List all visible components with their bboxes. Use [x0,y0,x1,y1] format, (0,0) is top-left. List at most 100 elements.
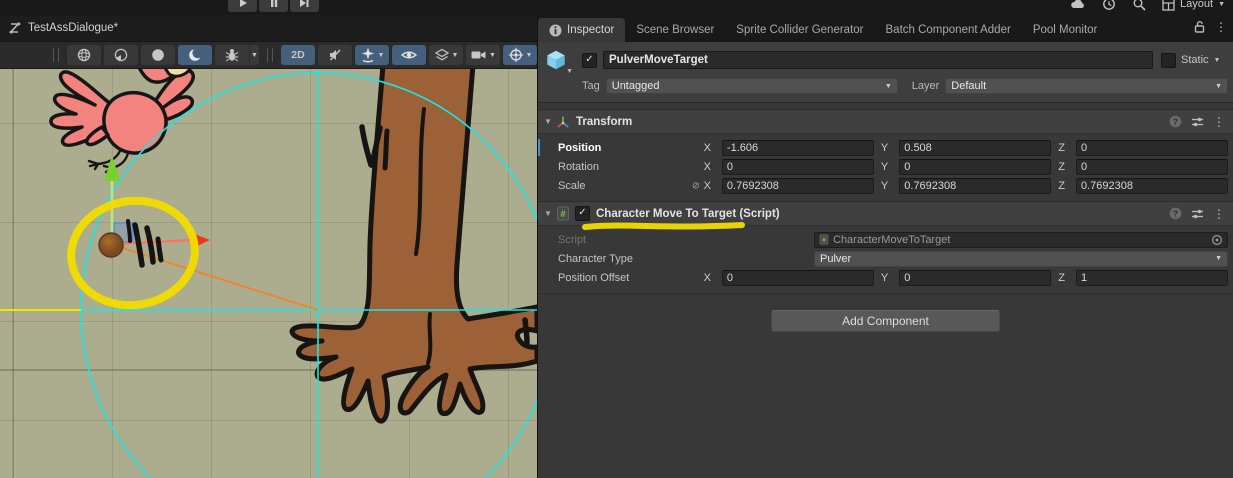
bird-sprite[interactable] [51,69,193,172]
y-axis-arrowhead[interactable] [104,155,120,181]
step-button[interactable] [290,0,319,12]
inspector-menu-icon[interactable]: ⋮ [1215,21,1227,33]
pause-button[interactable] [259,0,288,12]
audio-mute-toggle[interactable] [318,45,352,65]
script-object-field[interactable]: # CharacterMoveToTarget [814,232,1228,248]
toolbar-drag-handle[interactable] [53,48,59,62]
static-dropdown-arrow[interactable]: ▼ [1214,57,1221,64]
undo-history-icon[interactable] [1102,0,1116,11]
toolbar-drag-handle-2[interactable] [267,48,273,62]
y-axis-label[interactable]: Y [881,161,888,173]
script-field-row: Script # CharacterMoveToTarget [538,230,1233,249]
gizmos-dropdown-arrow[interactable]: ▼ [526,52,533,59]
scale-x-field[interactable] [722,178,874,194]
script-menu-icon[interactable]: ⋮ [1213,208,1225,220]
camera-settings-button[interactable]: ▼ [466,45,500,65]
help-icon[interactable]: ? [1169,207,1182,220]
z-axis-label[interactable]: Z [1058,142,1065,154]
x-axis-label[interactable]: X [704,272,711,284]
y-axis-label[interactable]: Y [881,180,888,192]
x-axis-label[interactable]: X [704,161,711,173]
transform-foldout[interactable]: ▼ [544,117,556,126]
script-enabled-checkbox[interactable]: ✓ [575,206,590,221]
presets-icon[interactable] [1191,208,1204,220]
transform-header[interactable]: ▼ Transform ? ⋮ [538,109,1233,134]
x-axis-label[interactable]: X [704,180,711,192]
debug-mode-button[interactable] [215,45,249,65]
rotation-x-field[interactable] [722,159,874,175]
draw-mode-wireframe-button[interactable] [67,45,101,65]
play-button[interactable] [228,0,257,12]
x-axis-label[interactable]: X [704,142,711,154]
layers-dropdown-arrow[interactable]: ▼ [452,52,459,59]
gameobject-icon-caret: ▼ [566,68,573,75]
tree-trunk [292,69,537,421]
help-icon[interactable]: ? [1169,115,1182,128]
2d-mode-toggle[interactable]: 2D [281,45,315,65]
scene-view[interactable] [0,69,537,478]
cloud-services-icon[interactable] [1070,0,1086,11]
transform-menu-icon[interactable]: ⋮ [1213,116,1225,128]
search-icon[interactable] [1132,0,1146,11]
gameobject-icon-wrap[interactable]: ▼ [544,48,574,72]
character-type-dropdown[interactable]: Pulver ▼ [814,251,1228,267]
debug-mode-dropdown-arrow[interactable]: ▼ [250,45,259,65]
tab-batch-component-adder[interactable]: Batch Component Adder [875,18,1022,42]
script-component-header[interactable]: ▼ # ✓ Character Move To Target (Script) … [538,201,1233,226]
scale-label[interactable]: Scale [538,180,708,192]
tab-pool-monitor[interactable]: Pool Monitor [1022,18,1109,42]
rotation-label[interactable]: Rotation [538,161,704,173]
layout-dropdown[interactable]: Layout ▼ [1162,0,1225,11]
rotation-y-field[interactable] [899,159,1051,175]
tree-sprite[interactable] [292,69,537,421]
tab-scene-browser[interactable]: Scene Browser [625,18,725,42]
active-checkbox[interactable]: ✓ [582,53,597,68]
rotation-z-field[interactable] [1076,159,1228,175]
camera-dropdown-arrow[interactable]: ▼ [489,52,496,59]
effects-dropdown-arrow[interactable]: ▼ [378,52,385,59]
effects-toggle[interactable]: ▼ [355,45,389,65]
scale-y-field[interactable] [899,178,1051,194]
object-picker-icon[interactable] [1211,234,1223,246]
position-z-field[interactable] [1076,140,1228,156]
tab-inspector[interactable]: Inspector [538,18,625,42]
scene-tab-title[interactable]: TestAssDialogue* [28,22,118,34]
offset-x-field[interactable] [722,270,874,286]
constrain-proportions-icon[interactable] [692,179,700,192]
position-x-field[interactable] [722,140,874,156]
gameobject-name-field[interactable] [603,51,1153,69]
script-foldout[interactable]: ▼ [544,209,556,218]
z-axis-label[interactable]: Z [1058,272,1065,284]
solid-sphere-icon [150,47,166,63]
layer-dropdown[interactable]: Default ▼ [945,78,1228,94]
svg-text:#: # [560,209,566,220]
y-axis-label[interactable]: Y [881,142,888,154]
static-label: Static [1181,54,1209,66]
scene-canvas[interactable] [0,69,537,478]
gameobject-header: ▼ ✓ ✓ Static ▼ Tag Untagged ▼ Layer Def [538,42,1233,103]
static-checkbox[interactable]: ✓ [1161,53,1176,68]
draw-mode-shaded-button[interactable] [141,45,175,65]
add-component-button[interactable]: Add Component [771,310,1000,332]
z-axis-label[interactable]: Z [1058,161,1065,173]
gizmos-button[interactable]: ▼ [503,45,537,65]
layer-label: Layer [912,80,940,92]
y-axis-label[interactable]: Y [881,272,888,284]
position-y-field[interactable] [899,140,1051,156]
offset-y-field[interactable] [899,270,1051,286]
tag-dropdown[interactable]: Untagged ▼ [606,78,898,94]
scene-visibility-toggle[interactable] [392,45,426,65]
scene-lighting-toggle[interactable] [178,45,212,65]
layers-button[interactable]: ▼ [429,45,463,65]
tab-label: Inspector [567,24,614,36]
step-icon [299,0,310,8]
draw-mode-shaded-wire-button[interactable] [104,45,138,65]
offset-z-field[interactable] [1076,270,1228,286]
lock-open-icon[interactable] [1194,20,1205,33]
position-label[interactable]: Position [538,142,704,154]
tab-sprite-collider-generator[interactable]: Sprite Collider Generator [725,18,874,42]
z-axis-label[interactable]: Z [1058,180,1065,192]
presets-icon[interactable] [1191,116,1204,128]
scale-z-field[interactable] [1076,178,1228,194]
move-target-dot[interactable] [99,233,123,257]
